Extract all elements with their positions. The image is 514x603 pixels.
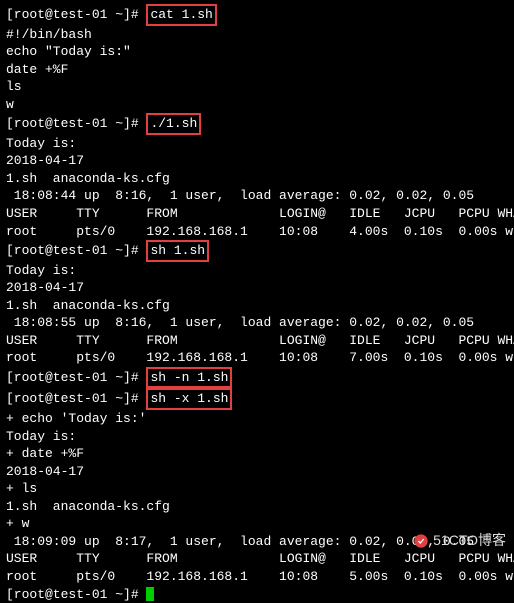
- out-date: 2018-04-17: [6, 152, 508, 170]
- out-ls: 1.sh anaconda-ks.cfg: [6, 498, 508, 516]
- cmd-run: ./1.sh: [146, 113, 201, 135]
- prompt: [root@test-01 ~]#: [6, 370, 146, 385]
- prompt: [root@test-01 ~]#: [6, 391, 146, 406]
- trace-ls: + ls: [6, 480, 508, 498]
- watermark-text: 51CTO博客: [433, 531, 506, 550]
- script-ls: ls: [6, 78, 508, 96]
- out-today: Today is:: [6, 135, 508, 153]
- prompt: [root@test-01 ~]#: [6, 116, 146, 131]
- prompt: [root@test-01 ~]#: [6, 7, 146, 22]
- out-today: Today is:: [6, 428, 508, 446]
- out-uptime-2: 18:08:55 up 8:16, 1 user, load average: …: [6, 314, 508, 332]
- out-ls: 1.sh anaconda-ks.cfg: [6, 297, 508, 315]
- prompt: [root@test-01 ~]#: [6, 587, 146, 602]
- out-today: Today is:: [6, 262, 508, 280]
- watermark: 51CTO博客: [413, 531, 506, 550]
- out-ls: 1.sh anaconda-ks.cfg: [6, 170, 508, 188]
- cmd-sh-x: sh -x 1.sh: [146, 388, 232, 410]
- script-echo: echo "Today is:": [6, 43, 508, 61]
- logo-icon: [413, 533, 429, 549]
- script-w: w: [6, 96, 508, 114]
- cursor[interactable]: [146, 587, 154, 601]
- out-header: USER TTY FROM LOGIN@ IDLE JCPU PCPU WHAT: [6, 550, 508, 568]
- script-shebang: #!/bin/bash: [6, 26, 508, 44]
- out-date: 2018-04-17: [6, 463, 508, 481]
- cmd-sh-n: sh -n 1.sh: [146, 367, 232, 389]
- script-date: date +%F: [6, 61, 508, 79]
- cmd-cat: cat 1.sh: [146, 4, 216, 26]
- out-header: USER TTY FROM LOGIN@ IDLE JCPU PCPU WHAT: [6, 205, 508, 223]
- prompt: [root@test-01 ~]#: [6, 243, 146, 258]
- out-uptime-1: 18:08:44 up 8:16, 1 user, load average: …: [6, 187, 508, 205]
- out-row-2: root pts/0 192.168.168.1 10:08 7.00s 0.1…: [6, 349, 508, 367]
- cmd-sh: sh 1.sh: [146, 240, 209, 262]
- out-row-1: root pts/0 192.168.168.1 10:08 4.00s 0.1…: [6, 223, 508, 241]
- trace-date: + date +%F: [6, 445, 508, 463]
- out-header: USER TTY FROM LOGIN@ IDLE JCPU PCPU WHAT: [6, 332, 508, 350]
- out-date: 2018-04-17: [6, 279, 508, 297]
- trace-echo: + echo 'Today is:': [6, 410, 508, 428]
- out-row-3: root pts/0 192.168.168.1 10:08 5.00s 0.1…: [6, 568, 508, 586]
